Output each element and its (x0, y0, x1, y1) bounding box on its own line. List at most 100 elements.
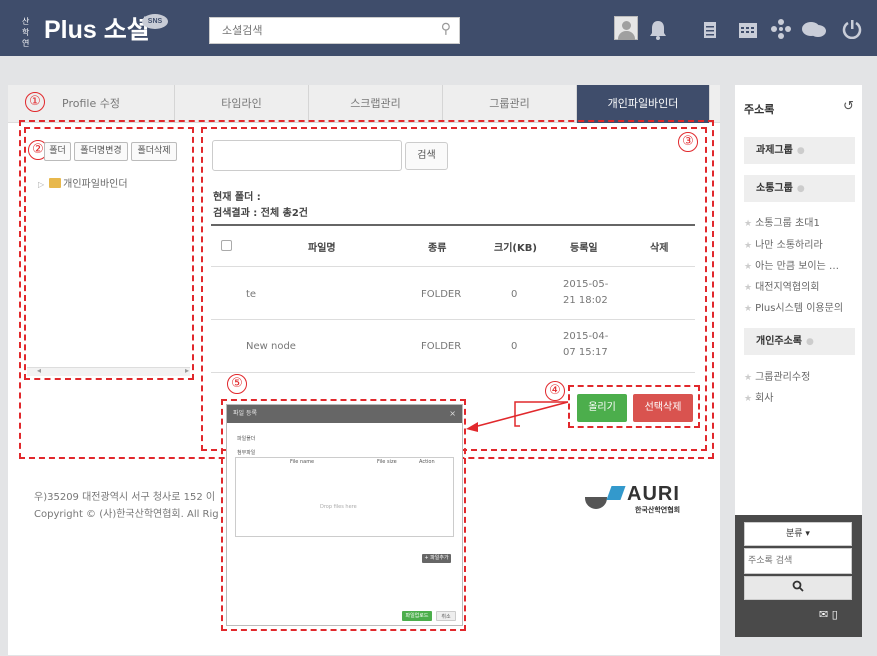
horizontal-scrollbar[interactable]: ◂ ▸ (27, 366, 190, 376)
brand-name: AURI (627, 483, 680, 505)
chat-icon: ● (806, 337, 814, 347)
brand-subtitle: 한국산학연협회 (635, 506, 681, 514)
col-file-name: 파일명 (308, 243, 336, 254)
chat-icon: ● (796, 146, 805, 156)
list-item[interactable]: ★ 나만 소통하리라 (744, 236, 823, 251)
chat-icon[interactable] (801, 20, 827, 45)
list-item-label: 대전지역협의회 (755, 282, 820, 293)
file-search-input[interactable] (212, 140, 402, 171)
table-header: 파일명 종류 크기(KB) 등록일 삭제 (211, 224, 695, 267)
list-item[interactable]: ★ Plus시스템 이용문의 (744, 299, 843, 314)
file-search-button[interactable]: 검색 (405, 142, 448, 170)
select-all-checkbox[interactable] (221, 240, 232, 251)
row-file-name[interactable]: te (246, 287, 256, 302)
rename-folder-button[interactable]: 폴더명변경 (74, 142, 128, 161)
annotation-number-1: ① (25, 92, 45, 112)
list-item-label: 그룹관리수정 (755, 372, 811, 383)
mail-icon[interactable]: ✉ (819, 608, 828, 621)
bell-icon[interactable] (648, 19, 668, 46)
modal-cancel-button[interactable]: 취소 (436, 611, 456, 621)
list-item[interactable]: ★ 회사 (744, 389, 773, 404)
modal-upload-button[interactable]: 파일업로드 (402, 611, 432, 621)
row-file-name[interactable]: New node (246, 339, 296, 354)
row-size: 0 (511, 341, 518, 352)
logo-main-text: Plus 소셜 (44, 16, 150, 44)
social-search-input[interactable] (210, 18, 425, 43)
row-date-line2: 07 15:17 (563, 347, 608, 358)
modal-col-action: Action (419, 459, 435, 465)
star-icon: ★ (744, 283, 753, 293)
tree-node-root[interactable]: ▷ 개인파일바인더 (38, 175, 128, 190)
logo-small-text: 산학연 (22, 17, 29, 48)
people-icon[interactable] (769, 17, 793, 46)
address-search-button[interactable] (744, 576, 852, 600)
power-icon[interactable] (842, 19, 862, 44)
delete-folder-button[interactable]: 폴더삭제 (131, 142, 177, 161)
delete-selected-button[interactable]: 선택삭제 (633, 394, 693, 422)
tab-file-binder[interactable]: 개인파일바인더 (577, 85, 710, 123)
mobile-icon[interactable]: ▯ (832, 608, 838, 621)
star-icon: ★ (744, 394, 753, 404)
logo-bubble: SNS (142, 14, 168, 29)
row-type: FOLDER (421, 341, 462, 352)
footer-address: 우)35209 대전광역시 서구 청사로 152 이 (34, 492, 216, 503)
tab-scrap[interactable]: 스크랩관리 (309, 85, 443, 123)
row-date-line2: 21 18:02 (563, 295, 608, 306)
list-item-label: 아는 만큼 보이는 … (755, 261, 840, 272)
refresh-icon[interactable]: ↺ (843, 99, 854, 114)
list-item-label: 소통그룹 초대1 (755, 218, 820, 229)
folder-icon (49, 178, 62, 188)
star-icon: ★ (744, 304, 753, 314)
star-icon: ★ (744, 241, 753, 251)
row-type: FOLDER (421, 289, 462, 300)
tab-group[interactable]: 그룹관리 (443, 85, 577, 123)
close-icon[interactable]: × (449, 405, 456, 423)
scroll-left-icon[interactable]: ◂ (37, 366, 41, 375)
address-search-input[interactable] (744, 548, 852, 574)
group-personal[interactable]: 개인주소록 ● (744, 328, 855, 355)
annotation-number-3: ③ (678, 132, 698, 152)
group-label: 개인주소록 (756, 336, 802, 347)
address-book-title: 주소록 (744, 103, 775, 116)
list-item-label: Plus시스템 이용문의 (755, 303, 844, 314)
document-icon[interactable] (703, 21, 717, 44)
list-item[interactable]: ★ 대전지역협의회 (744, 278, 819, 293)
group-label: 과제그룹 (756, 145, 793, 156)
modal-header: 파일 등록 × (227, 405, 462, 423)
list-item[interactable]: ★ 아는 만큼 보이는 … (744, 257, 839, 272)
table-row[interactable]: New node FOLDER 0 2015-04- 07 15:17 (211, 321, 695, 373)
modal-drop-zone[interactable]: Drop files here (320, 504, 357, 510)
chat-icon: ● (796, 184, 805, 194)
add-folder-button[interactable]: 폴더 (44, 142, 71, 161)
expand-arrow-icon[interactable]: ▷ (38, 180, 44, 189)
modal-attach-label: 첨부파일 (237, 450, 256, 456)
modal-folder-label: 파일폴더 (237, 436, 256, 442)
search-result-label: 검색결과 : 전체 총2건 (213, 208, 309, 219)
col-size: 크기(KB) (494, 243, 537, 254)
search-icon[interactable]: ⚲ (441, 21, 451, 37)
tab-bar: Profile 수정 타임라인 스크랩관리 그룹관리 개인파일바인더 (8, 85, 720, 123)
upload-button[interactable]: 올리기 (577, 394, 627, 422)
list-item-label: 나만 소통하리라 (755, 240, 823, 251)
annotation-box-2 (24, 127, 194, 380)
tab-timeline[interactable]: 타임라인 (175, 85, 309, 123)
modal-col-size: File size (377, 459, 397, 465)
modal-add-file-button[interactable]: + 파일추가 (422, 554, 451, 563)
table-row[interactable]: te FOLDER 0 2015-05- 21 18:02 (211, 268, 695, 320)
calendar-icon[interactable] (738, 21, 758, 44)
group-task[interactable]: 과제그룹 ● (744, 137, 855, 164)
group-communication[interactable]: 소통그룹 ● (744, 175, 855, 202)
search-icon (792, 580, 804, 594)
avatar-icon[interactable] (614, 16, 638, 40)
list-item[interactable]: ★ 그룹관리수정 (744, 368, 810, 383)
footer-copyright: Copyright © (사)한국산학연협회. All Rig (34, 509, 219, 520)
modal-file-table (235, 457, 454, 537)
category-dropdown[interactable]: 분류 ▾ (744, 522, 852, 546)
annotation-number-5: ⑤ (227, 374, 247, 394)
star-icon: ★ (744, 373, 753, 383)
row-date-line1: 2015-05- (563, 279, 609, 290)
scroll-right-icon[interactable]: ▸ (185, 366, 189, 375)
list-item-label: 회사 (755, 393, 774, 404)
star-icon: ★ (744, 219, 753, 229)
list-item[interactable]: ★ 소통그룹 초대1 (744, 214, 820, 229)
